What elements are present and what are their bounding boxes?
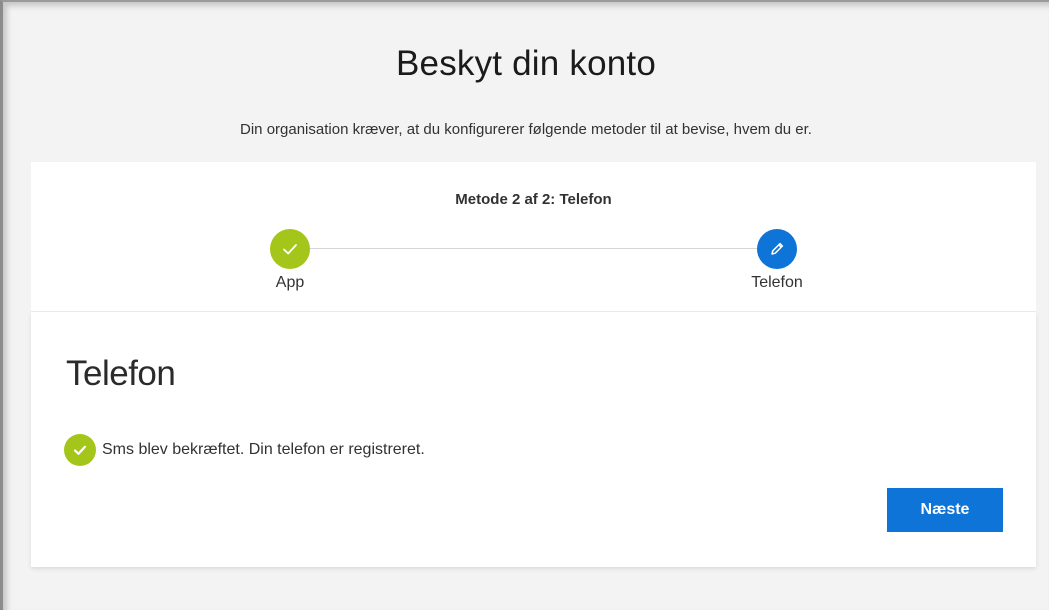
next-button[interactable]: Næste (887, 488, 1003, 532)
method-card: Telefon Sms blev bekræftet. Din telefon … (31, 312, 1036, 567)
check-icon (283, 244, 297, 255)
progress-line (291, 248, 777, 249)
step-app-label: App (275, 274, 305, 291)
progress-card: Metode 2 af 2: Telefon App Telefon (31, 162, 1036, 312)
section-title: Telefon (66, 354, 176, 393)
window-frame: Beskyt din konto Din organisation kræver… (0, 0, 1049, 610)
step-phone-indicator (757, 229, 797, 269)
pencil-icon (771, 242, 784, 255)
status-message: Sms blev bekræftet. Din telefon er regis… (64, 434, 425, 466)
step-app-indicator (270, 229, 310, 269)
status-text: Sms blev bekræftet. Din telefon er regis… (102, 441, 425, 458)
step-title: Metode 2 af 2: Telefon (455, 191, 612, 208)
page-title: Beskyt din konto (395, 44, 656, 83)
step-phone-label: Telefon (751, 274, 803, 291)
check-circle-icon (64, 434, 96, 466)
page-subtitle: Din organisation kræver, at du konfigure… (240, 121, 812, 138)
